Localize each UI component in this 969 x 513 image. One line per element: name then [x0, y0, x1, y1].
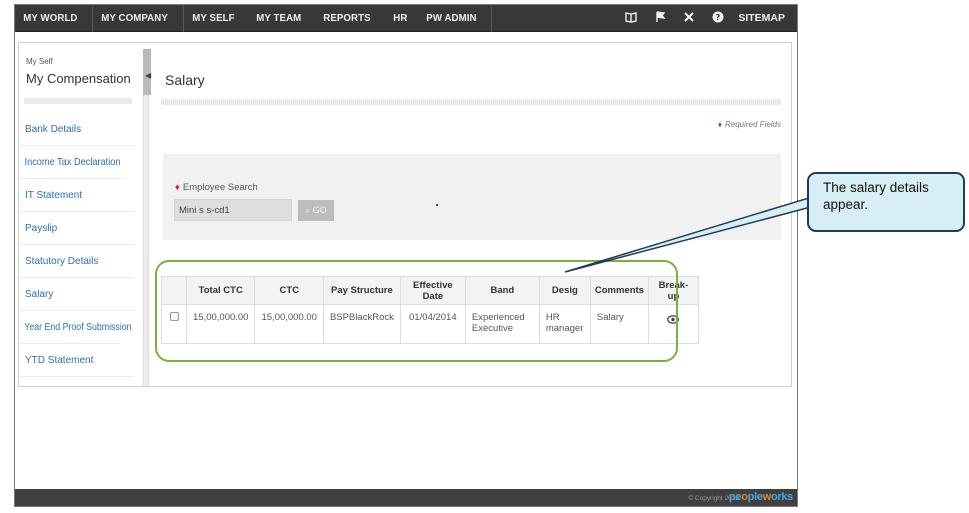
column-header-effective-date: Effective Date	[399, 276, 466, 305]
total-ctc-cell: 15,00,000.00	[185, 304, 256, 344]
nav-right-group: ? SITEMAP	[616, 5, 797, 32]
go-label: GO	[312, 205, 327, 215]
required-dot-icon: ♦	[717, 120, 722, 129]
band-cell: Experienced Executive	[464, 304, 540, 344]
column-header-desig: Desig	[538, 276, 591, 305]
breadcrumb: My Self	[26, 57, 53, 66]
column-header-break-up: Break-up	[647, 276, 699, 305]
sidebar-item-it-statement[interactable]: IT Statement	[19, 179, 134, 212]
column-header-total-ctc: Total CTC	[185, 276, 256, 305]
sidebar-item-bank-details[interactable]: Bank Details	[19, 113, 134, 146]
go-button[interactable]: ⌕ GO	[298, 200, 334, 221]
nav-divider	[490, 5, 492, 32]
sidebar-menu: Bank Details Income Tax Declaration IT S…	[19, 113, 134, 377]
employee-search-label: ♦ Employee Search	[175, 182, 258, 193]
required-note-label: Required Fields	[724, 120, 781, 129]
effective-date-cell: 01/04/2014	[399, 304, 466, 344]
tools-icon[interactable]	[674, 5, 703, 32]
column-header-ctc: CTC	[254, 276, 324, 305]
column-header-pay-structure: Pay Structure	[322, 276, 401, 305]
desig-line: manager	[545, 323, 584, 334]
sidebar-item-ytd-statement[interactable]: YTD Statement	[19, 344, 134, 377]
table-header-row: Total CTC CTC Pay Structure Effective Da…	[161, 276, 699, 305]
search-icon: ⌕	[305, 205, 311, 215]
required-dot-icon: ♦	[175, 182, 180, 193]
book-icon[interactable]	[616, 5, 645, 32]
section-title: My Compensation	[26, 71, 131, 86]
sidebar-item-salary[interactable]: Salary	[19, 278, 134, 311]
divider	[24, 98, 132, 104]
comments-cell: Salary	[589, 304, 649, 344]
collapse-left-icon[interactable]: ◀	[145, 71, 151, 80]
row-select-cell	[161, 304, 187, 344]
footer: © Copyright 2015 peopleworks	[15, 489, 797, 506]
nav-reports[interactable]: REPORTS	[315, 5, 379, 32]
nav-my-world[interactable]: MY WORLD	[15, 5, 86, 32]
pay-structure-cell: BSPBlackRock	[322, 304, 401, 344]
sidebar-item-year-end-proof[interactable]: Year End Proof Submission	[19, 311, 132, 344]
ctc-cell: 15,00,000.00	[254, 304, 324, 344]
page-title: Salary	[165, 72, 205, 88]
sidebar-item-payslip[interactable]: Payslip	[19, 212, 134, 245]
desig-line: HR	[545, 312, 560, 323]
band-line: Executive	[471, 323, 514, 334]
desig-cell: HR manager	[538, 304, 591, 344]
nav-my-company[interactable]: MY COMPANY	[93, 5, 176, 32]
cursor-dot	[436, 204, 438, 206]
callout-note: The salary details appear.	[807, 172, 965, 232]
eye-icon[interactable]	[667, 314, 680, 326]
help-icon[interactable]: ?	[703, 5, 732, 32]
top-nav: MY WORLD MY COMPANY MY SELF MY TEAM REPO…	[15, 5, 797, 32]
salary-table: Total CTC CTC Pay Structure Effective Da…	[161, 276, 699, 344]
employee-search-label-text: Employee Search	[182, 182, 258, 193]
sidebar-item-income-tax-declaration[interactable]: Income Tax Declaration	[19, 146, 125, 179]
nav-hr[interactable]: HR	[385, 5, 416, 32]
nav-pw-admin[interactable]: PW ADMIN	[418, 5, 485, 32]
column-header-select	[161, 276, 187, 305]
nav-sitemap[interactable]: SITEMAP	[732, 5, 797, 32]
divider	[161, 99, 781, 105]
nav-my-self[interactable]: MY SELF	[184, 5, 243, 32]
sidebar-item-statutory-details[interactable]: Statutory Details	[19, 245, 134, 278]
nav-my-team[interactable]: MY TEAM	[248, 5, 310, 32]
app-window: MY WORLD MY COMPANY MY SELF MY TEAM REPO…	[14, 4, 798, 507]
required-fields-note: ♦ Required Fields	[718, 120, 781, 129]
search-panel: ♦ Employee Search Mini s s-cd1 ⌕ GO	[163, 154, 781, 240]
column-header-band: Band	[464, 276, 540, 305]
sidebar: My Self My Compensation Bank Details Inc…	[19, 43, 142, 386]
break-up-cell	[647, 304, 699, 344]
table-row: 15,00,000.00 15,00,000.00 BSPBlackRock 0…	[161, 304, 699, 344]
flag-icon[interactable]	[645, 5, 674, 32]
row-checkbox[interactable]	[169, 312, 179, 321]
column-header-comments: Comments	[589, 276, 649, 305]
brand-logo: peopleworks	[729, 491, 793, 503]
employee-search-input[interactable]: Mini s s-cd1	[174, 199, 292, 221]
band-line: Experienced	[471, 312, 525, 323]
svg-text:?: ?	[716, 13, 721, 22]
sidebar-scrollbar[interactable]	[143, 49, 151, 386]
